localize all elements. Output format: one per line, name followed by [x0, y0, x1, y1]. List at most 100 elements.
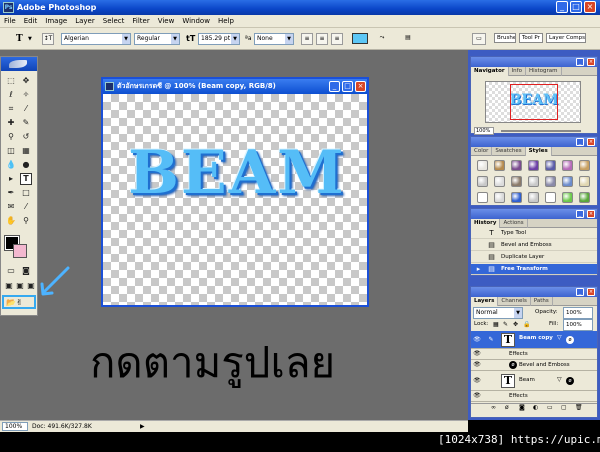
align-right-icon[interactable]: ≡ [331, 33, 343, 45]
navigator-view-box[interactable] [510, 84, 558, 120]
well-tab-tool-presets[interactable]: Tool Pr [519, 33, 543, 43]
brush-tool-icon[interactable]: ✎ [20, 117, 32, 129]
lock-transparency-icon[interactable]: ▦ [493, 319, 499, 330]
tab-styles[interactable]: Styles [525, 147, 552, 156]
style-swatch[interactable] [528, 176, 539, 187]
lock-position-icon[interactable]: ✥ [513, 319, 518, 330]
lasso-tool-icon[interactable]: ℓ [5, 89, 17, 101]
text-color-swatch[interactable] [352, 33, 368, 44]
tab-actions[interactable]: Actions [500, 219, 528, 228]
tab-channels[interactable]: Channels [498, 297, 531, 306]
font-size-input[interactable]: 185.29 pt ▼ [198, 33, 240, 45]
history-brush-icon[interactable]: ↺ [20, 131, 32, 143]
navigator-zoom-field[interactable]: 100% [474, 127, 494, 135]
navigator-panel-bar[interactable]: _ × [471, 57, 597, 67]
panel-close-icon[interactable]: × [587, 138, 595, 146]
style-swatch[interactable] [477, 176, 488, 187]
magic-wand-icon[interactable]: ✧ [20, 89, 32, 101]
document-titlebar[interactable]: ตัวอักษรเกรดซี @ 100% (Beam copy, RGB/8) [103, 79, 367, 94]
eraser-tool-icon[interactable]: ◫ [5, 145, 17, 157]
screen-mode-full-icon[interactable]: ▣ [25, 280, 37, 292]
well-tab-brushes[interactable]: Brushes [494, 33, 516, 43]
menu-file[interactable]: File [0, 15, 20, 28]
marquee-tool-icon[interactable]: ⬚ [5, 75, 17, 87]
tab-info[interactable]: Info [509, 67, 526, 76]
delete-layer-icon[interactable]: 🗑 [575, 404, 583, 411]
warp-text-icon[interactable]: ⤳ [376, 33, 388, 45]
fx-indicator-icon[interactable]: ▽ [557, 334, 562, 341]
style-swatch[interactable] [579, 176, 590, 187]
tab-history[interactable]: History [471, 219, 501, 228]
pen-tool-icon[interactable]: ✒ [5, 187, 17, 199]
style-swatch[interactable] [562, 192, 573, 203]
history-item[interactable]: T Type Tool [471, 228, 597, 239]
layers-panel-bar[interactable]: _ × [471, 287, 597, 297]
font-family-select[interactable]: Algerian ▼ [61, 33, 131, 45]
panel-minimize-icon[interactable]: _ [576, 138, 584, 146]
document-canvas[interactable]: BEAM [103, 94, 367, 305]
styles-panel-bar[interactable]: _ × [471, 137, 597, 147]
style-swatch[interactable] [562, 160, 573, 171]
layer-style-badge-icon[interactable]: ø [566, 336, 574, 344]
tab-layers[interactable]: Layers [471, 297, 499, 306]
menu-help[interactable]: Help [214, 15, 238, 28]
palette-well-icon[interactable]: ▭ [472, 33, 486, 45]
doc-minimize-button[interactable]: _ [329, 81, 340, 92]
text-orientation-icon[interactable]: ↕T [42, 33, 54, 45]
style-swatch[interactable] [494, 176, 505, 187]
lock-image-icon[interactable]: ✎ [503, 319, 508, 330]
fill-input[interactable]: 100% [563, 319, 593, 331]
style-swatch[interactable] [545, 192, 556, 203]
style-swatch[interactable] [545, 176, 556, 187]
link-layers-icon[interactable]: ∞ [491, 404, 496, 411]
tab-swatches[interactable]: Swatches [492, 147, 526, 156]
eye-icon[interactable]: 👁 [473, 392, 481, 400]
document-window[interactable]: ตัวอักษรเกรดซี @ 100% (Beam copy, RGB/8)… [101, 77, 369, 307]
gradient-tool-icon[interactable]: ▦ [20, 145, 32, 157]
history-item-selected[interactable]: ▸ ▤ Free Transform [471, 264, 597, 275]
status-zoom-field[interactable]: 100% [2, 422, 28, 431]
add-style-icon[interactable]: ø [505, 404, 509, 411]
tool-preset-dropdown-icon[interactable]: ▼ [28, 33, 32, 45]
close-button[interactable]: × [584, 1, 596, 13]
tab-histogram[interactable]: Histogram [526, 67, 562, 76]
layer-effects-row[interactable]: 👁 Effects [471, 391, 597, 402]
menu-layer[interactable]: Layer [71, 15, 99, 28]
eye-icon[interactable]: 👁 [473, 361, 481, 369]
standard-mode-icon[interactable]: ▭ [5, 265, 17, 277]
navigator-zoom-slider[interactable] [501, 130, 581, 132]
antialias-select[interactable]: None ▼ [254, 33, 294, 45]
doc-close-button[interactable]: × [355, 81, 366, 92]
panel-minimize-icon[interactable]: _ [576, 58, 584, 66]
new-group-icon[interactable]: ▭ [547, 404, 553, 411]
align-left-icon[interactable]: ≡ [301, 33, 313, 45]
style-swatch[interactable] [494, 192, 505, 203]
layer-effect-row[interactable]: 👁 ø Bevel and Emboss [471, 360, 597, 371]
eye-icon[interactable]: 👁 [473, 377, 481, 385]
eye-icon[interactable]: 👁 [473, 336, 481, 344]
feather-logo-icon[interactable] [1, 57, 37, 71]
shape-tool-icon[interactable]: □ [20, 187, 32, 199]
font-style-select[interactable]: Regular ▼ [134, 33, 180, 45]
style-swatch[interactable] [545, 160, 556, 171]
layer-row[interactable]: 👁 ✎ T Beam copy ▽ ø [471, 331, 597, 349]
style-swatch[interactable] [511, 160, 522, 171]
history-item[interactable]: ▤ Duplicate Layer [471, 252, 597, 263]
style-swatch[interactable] [494, 160, 505, 171]
navigator-thumbnail[interactable]: BEAM [485, 81, 581, 123]
menu-window[interactable]: Window [178, 15, 214, 28]
slice-tool-icon[interactable]: ⁄ [20, 103, 32, 115]
eye-icon[interactable]: 👁 [473, 350, 481, 358]
panel-close-icon[interactable]: × [587, 58, 595, 66]
eyedropper-icon[interactable]: ⁄ [20, 201, 32, 213]
fx-indicator-icon[interactable]: ▽ [557, 376, 562, 383]
dodge-tool-icon[interactable]: ● [20, 159, 32, 171]
hand-tool-icon[interactable]: ✋ [5, 215, 17, 227]
opacity-input[interactable]: 100% [563, 307, 593, 319]
move-tool-icon[interactable]: ✥ [20, 75, 32, 87]
layer-effects-row[interactable]: 👁 Effects [471, 349, 597, 360]
style-swatch[interactable] [528, 192, 539, 203]
status-menu-arrow-icon[interactable]: ▶ [140, 422, 145, 431]
layer-style-badge-icon[interactable]: ø [566, 377, 574, 385]
style-swatch[interactable] [579, 160, 590, 171]
